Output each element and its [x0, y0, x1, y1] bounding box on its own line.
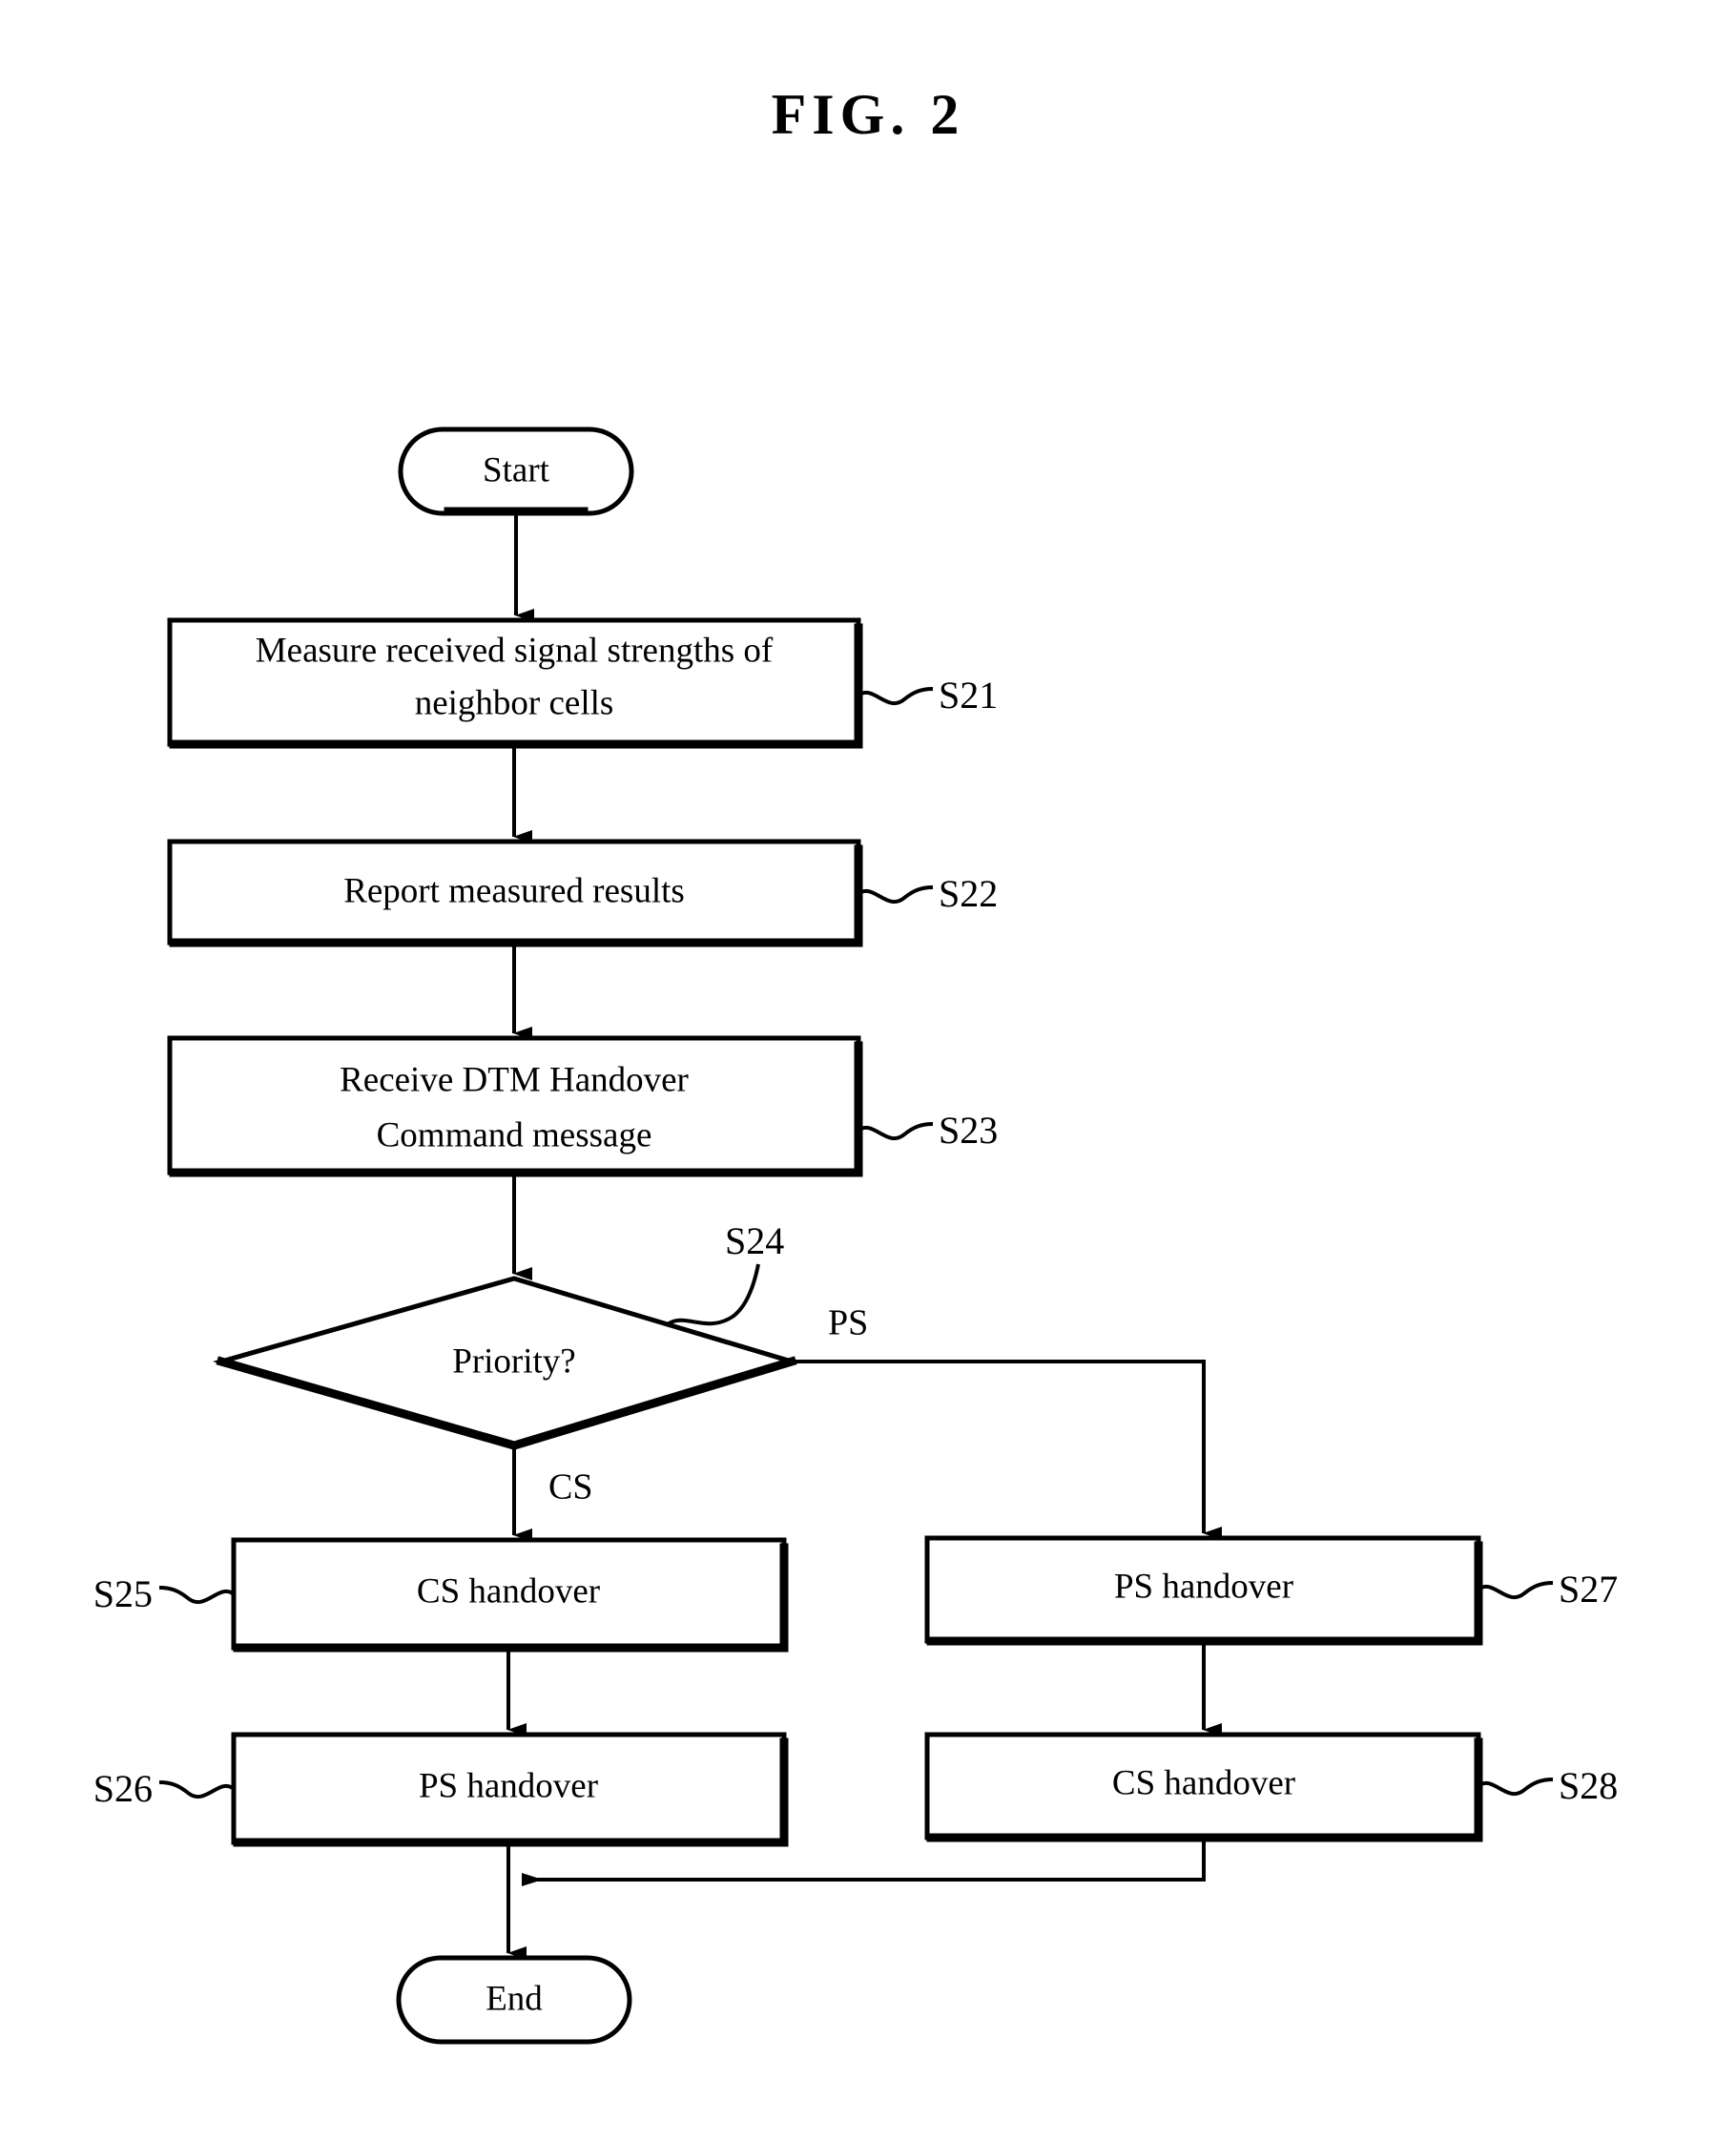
- s21-label-line2: neighbor cells: [415, 683, 614, 722]
- s21-label-line1: Measure received signal strengths of: [256, 631, 774, 670]
- node-s28: CS handover S28: [924, 1732, 1618, 1842]
- s24-label: Priority?: [452, 1341, 575, 1381]
- s21-leader-line: [857, 687, 934, 706]
- s23-label-line1: Receive DTM Handover: [340, 1060, 689, 1099]
- connector-s24-to-s27: [792, 1360, 1222, 1540]
- s27-leader-line: [1477, 1581, 1554, 1600]
- s23-leader-line: [857, 1122, 934, 1141]
- node-s21: Measure received signal strengths of nei…: [167, 617, 998, 749]
- branch-label-ps: PS: [828, 1303, 868, 1343]
- s26-step-label: S26: [93, 1767, 153, 1810]
- s21-step-label: S21: [939, 674, 998, 717]
- flowchart-diagram: Start Measure received signal strengths …: [93, 426, 1618, 2045]
- node-start: Start: [398, 426, 634, 516]
- s22-step-label: S22: [939, 872, 998, 915]
- node-s26: PS handover S26: [93, 1732, 789, 1847]
- s22-leader-line: [857, 885, 934, 905]
- s23-step-label: S23: [939, 1109, 998, 1152]
- s25-label: CS handover: [417, 1571, 600, 1611]
- s24-leader-line: [666, 1263, 760, 1326]
- s27-step-label: S27: [1559, 1568, 1618, 1611]
- node-s25: CS handover S25: [93, 1537, 789, 1653]
- s25-leader-line: [158, 1586, 236, 1605]
- end-label: End: [486, 1979, 543, 2018]
- s26-label: PS handover: [419, 1766, 598, 1805]
- s24-step-label: S24: [725, 1219, 784, 1262]
- node-s24: Priority? S24: [212, 1219, 800, 1450]
- s28-step-label: S28: [1559, 1764, 1618, 1807]
- s26-leader-line: [158, 1780, 236, 1799]
- node-s23: Receive DTM Handover Command message S23: [167, 1035, 998, 1177]
- s25-step-label: S25: [93, 1572, 153, 1615]
- s22-label: Report measured results: [343, 871, 685, 910]
- s28-label: CS handover: [1112, 1763, 1295, 1802]
- s27-label: PS handover: [1114, 1567, 1293, 1606]
- node-end: End: [396, 1955, 632, 2045]
- start-label: Start: [483, 450, 550, 489]
- s28-leader-line: [1477, 1778, 1554, 1797]
- branch-label-cs: CS: [548, 1467, 592, 1508]
- node-s22: Report measured results S22: [167, 839, 998, 947]
- s23-label-line2: Command message: [377, 1115, 652, 1154]
- node-s27: PS handover S27: [924, 1535, 1618, 1646]
